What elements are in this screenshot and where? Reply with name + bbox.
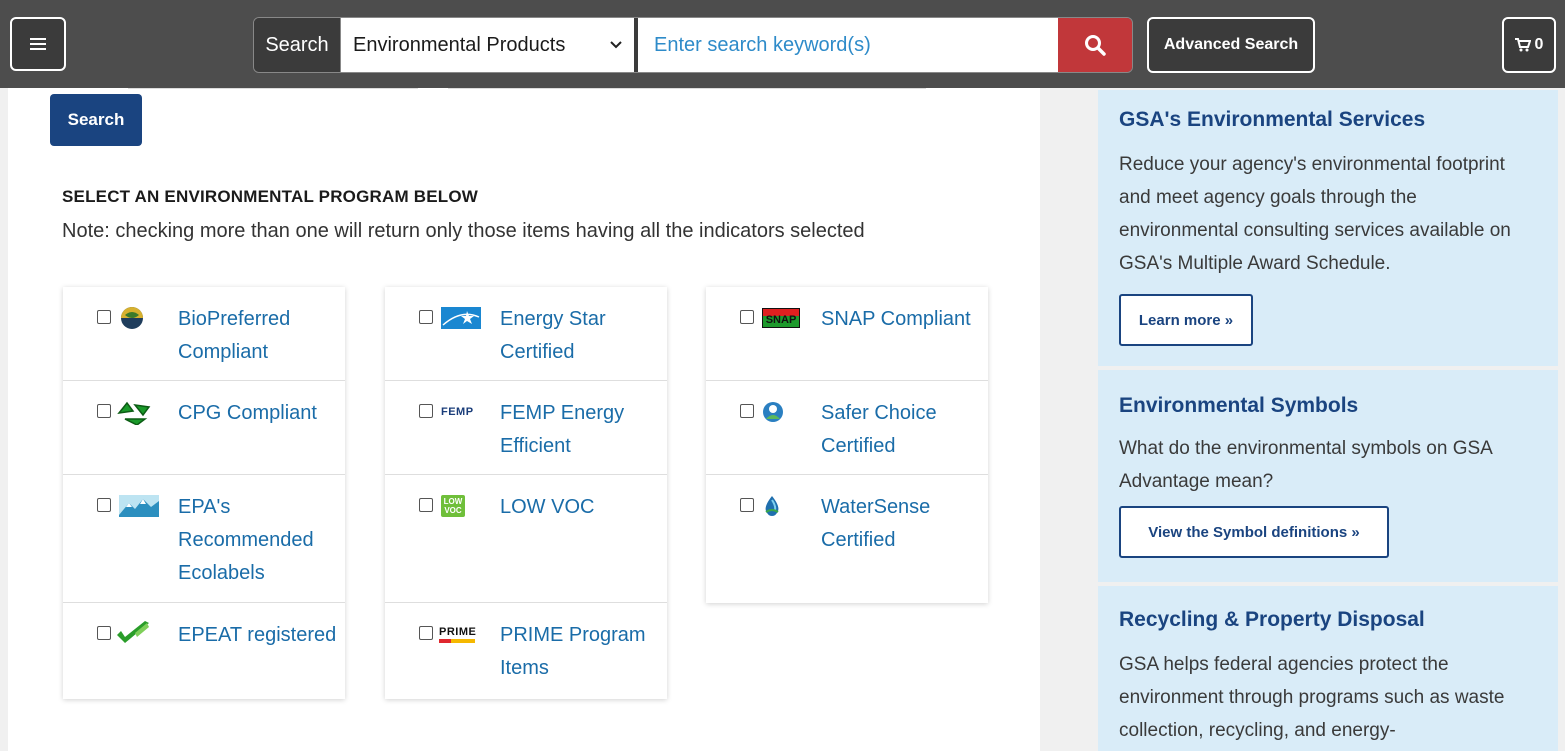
info-box-text: GSA helps federal agencies protect the e… bbox=[1119, 654, 1505, 741]
info-box-environmental-services: GSA's Environmental Services Reduce your… bbox=[1098, 90, 1558, 366]
femp-icon-text: FEMP bbox=[441, 406, 474, 418]
program-label-snap[interactable]: SNAP Compliant bbox=[821, 303, 981, 336]
chevron-down-icon bbox=[610, 41, 622, 49]
hamburger-icon bbox=[30, 38, 46, 50]
section-title: SELECT AN ENVIRONMENTAL PROGRAM BELOW bbox=[62, 187, 479, 206]
program-column-1: BioPreferred Compliant CPG Compliant EPA… bbox=[63, 287, 345, 699]
checkbox-energy-star[interactable] bbox=[419, 310, 433, 324]
program-card: WaterSense Certified bbox=[706, 475, 988, 603]
checkbox-low-voc[interactable] bbox=[419, 498, 433, 512]
program-card: EPA's Recommended Ecolabels bbox=[63, 475, 345, 603]
cart-count: 0 bbox=[1534, 36, 1544, 53]
info-box-recycling: Recycling & Property Disposal GSA helps … bbox=[1098, 586, 1558, 751]
magnifier-icon bbox=[1085, 35, 1106, 56]
epeat-check-icon bbox=[113, 621, 153, 647]
low-voc-icon: LOW VOC bbox=[441, 493, 481, 519]
section-note: Note: checking more than one will return… bbox=[62, 220, 865, 242]
search-submit-button[interactable] bbox=[1058, 18, 1132, 72]
energy-star-icon bbox=[441, 305, 481, 331]
program-label-biopreferred[interactable]: BioPreferred Compliant bbox=[178, 303, 338, 369]
checkbox-femp[interactable] bbox=[419, 404, 433, 418]
femp-icon: FEMP bbox=[441, 399, 481, 425]
program-card: SNAP SNAP Compliant bbox=[706, 287, 988, 381]
snap-icon: SNAP bbox=[762, 305, 802, 331]
top-bar-content: Search Environmental Products Enter sear… bbox=[0, 10, 1565, 78]
info-box-title: Recycling & Property Disposal bbox=[1119, 608, 1425, 631]
divider bbox=[128, 88, 418, 89]
learn-more-button[interactable]: Learn more » bbox=[1119, 294, 1253, 346]
category-select[interactable]: Environmental Products bbox=[341, 18, 638, 72]
checkbox-safer-choice[interactable] bbox=[740, 404, 754, 418]
checkbox-watersense[interactable] bbox=[740, 498, 754, 512]
checkbox-prime[interactable] bbox=[419, 626, 433, 640]
program-card: Safer Choice Certified bbox=[706, 381, 988, 475]
program-card: PRIME PRIME Program Items bbox=[385, 603, 667, 699]
prime-icon-text: PRIME bbox=[439, 625, 477, 638]
sidebar: GSA's Environmental Services Reduce your… bbox=[1098, 88, 1565, 751]
program-label-watersense[interactable]: WaterSense Certified bbox=[821, 491, 981, 557]
advanced-search-button[interactable]: Advanced Search bbox=[1147, 17, 1315, 73]
program-card: BioPreferred Compliant bbox=[63, 287, 345, 381]
program-label-low-voc[interactable]: LOW VOC bbox=[500, 491, 660, 524]
search-label: Search bbox=[254, 18, 341, 72]
top-navigation-bar: Search Environmental Products Enter sear… bbox=[0, 0, 1565, 88]
view-symbol-definitions-button[interactable]: View the Symbol definitions » bbox=[1119, 506, 1389, 558]
biopreferred-icon bbox=[119, 305, 159, 331]
program-label-safer-choice[interactable]: Safer Choice Certified bbox=[821, 397, 981, 463]
program-label-femp[interactable]: FEMP Energy Efficient bbox=[500, 397, 660, 463]
search-button[interactable]: Search bbox=[50, 94, 142, 146]
water-drop-icon bbox=[762, 493, 802, 519]
program-label-energy-star[interactable]: Energy Star Certified bbox=[500, 303, 660, 369]
program-card: LOW VOC LOW VOC bbox=[385, 475, 667, 603]
program-card: CPG Compliant bbox=[63, 381, 345, 475]
info-box-environmental-symbols: Environmental Symbols What do the enviro… bbox=[1098, 370, 1558, 582]
safer-choice-icon bbox=[762, 399, 802, 425]
mountains-icon bbox=[119, 493, 159, 519]
checkbox-epeat[interactable] bbox=[97, 626, 111, 640]
info-box-title: GSA's Environmental Services bbox=[1119, 108, 1426, 131]
program-label-epa-ecolabels[interactable]: EPA's Recommended Ecolabels bbox=[178, 491, 338, 590]
info-box-title: Environmental Symbols bbox=[1119, 394, 1359, 417]
program-card: FEMP FEMP Energy Efficient bbox=[385, 381, 667, 475]
checkbox-cpg[interactable] bbox=[97, 404, 111, 418]
category-selected-value: Environmental Products bbox=[353, 33, 566, 56]
program-card: EPEAT registered bbox=[63, 603, 345, 699]
main-panel: Search SELECT AN ENVIRONMENTAL PROGRAM B… bbox=[8, 88, 1040, 751]
program-label-prime[interactable]: PRIME Program Items bbox=[500, 619, 660, 685]
snap-icon-text: SNAP bbox=[762, 308, 800, 328]
checkbox-biopreferred[interactable] bbox=[97, 310, 111, 324]
program-label-cpg[interactable]: CPG Compliant bbox=[178, 397, 338, 430]
program-card: Energy Star Certified bbox=[385, 287, 667, 381]
info-box-text: Reduce your agency's environmental footp… bbox=[1119, 154, 1511, 274]
program-column-2: Energy Star Certified FEMP FEMP Energy E… bbox=[385, 287, 667, 699]
cart-button[interactable]: 0 bbox=[1502, 17, 1556, 73]
search-input[interactable]: Enter search keyword(s) bbox=[638, 18, 1058, 72]
search-bar: Search Environmental Products Enter sear… bbox=[253, 17, 1133, 73]
divider bbox=[448, 88, 926, 89]
low-voc-icon-text: LOW VOC bbox=[441, 495, 465, 517]
program-column-3: SNAP SNAP Compliant Safer Choice Certifi… bbox=[706, 287, 988, 603]
menu-button[interactable] bbox=[10, 17, 66, 71]
info-box-text: What do the environmental symbols on GSA… bbox=[1119, 438, 1492, 492]
checkbox-snap[interactable] bbox=[740, 310, 754, 324]
recycle-icon bbox=[115, 399, 155, 425]
program-label-epeat[interactable]: EPEAT registered bbox=[178, 619, 338, 652]
cart-icon bbox=[1514, 38, 1531, 52]
prime-icon: PRIME bbox=[439, 621, 479, 647]
checkbox-epa-ecolabels[interactable] bbox=[97, 498, 111, 512]
prime-stripe bbox=[439, 638, 475, 643]
